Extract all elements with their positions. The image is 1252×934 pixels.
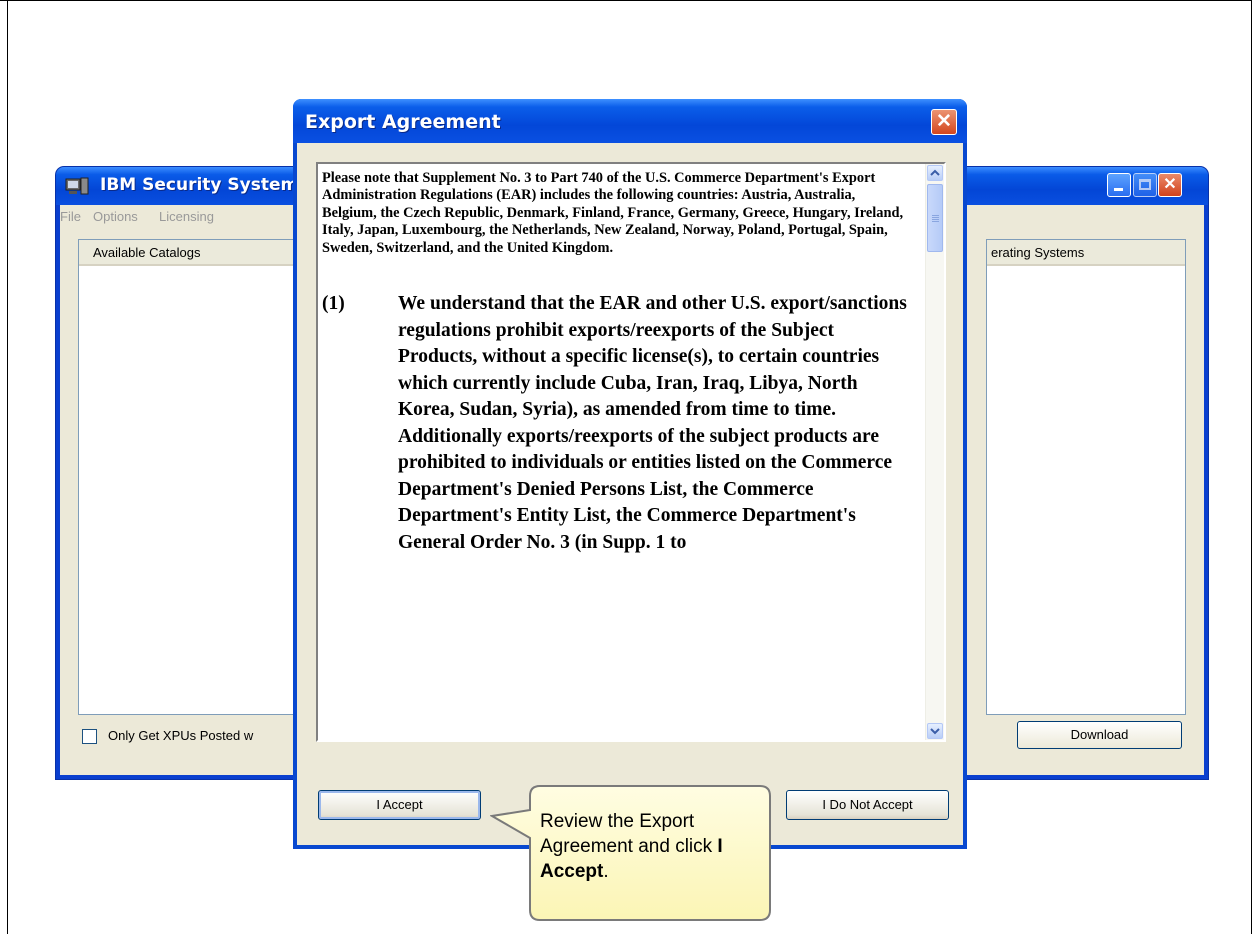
agreement-text-area[interactable]: Please note that Supplement No. 3 to Par… xyxy=(316,162,946,742)
scroll-thumb[interactable] xyxy=(927,184,943,252)
decline-button[interactable]: I Do Not Accept xyxy=(786,790,949,820)
download-button[interactable]: Download xyxy=(1017,721,1182,749)
menu-options[interactable]: Options xyxy=(93,209,138,224)
export-agreement-dialog: Export Agreement ✕ Please note that Supp… xyxy=(293,99,967,849)
os-header-label: erating Systems xyxy=(991,245,1085,260)
minimize-button[interactable] xyxy=(1107,173,1131,197)
only-get-xpus-checkbox[interactable] xyxy=(82,729,97,744)
maximize-button[interactable] xyxy=(1133,173,1157,197)
maximize-icon xyxy=(1139,179,1151,190)
scroll-up-button[interactable] xyxy=(927,165,943,181)
agreement-notice: Please note that Supplement No. 3 to Par… xyxy=(322,170,904,256)
callout-text-before: Review the Export Agreement and click xyxy=(540,811,718,857)
frame-border-left xyxy=(7,0,8,934)
os-column-header[interactable]: erating Systems xyxy=(987,240,1185,266)
agreement-text: Please note that Supplement No. 3 to Par… xyxy=(322,170,912,556)
accept-button[interactable]: I Accept xyxy=(318,790,481,820)
chevron-up-icon xyxy=(930,169,940,176)
dialog-titlebar[interactable]: Export Agreement ✕ xyxy=(293,99,967,143)
menu-licensing[interactable]: Licensing xyxy=(159,209,214,224)
dialog-close-button[interactable]: ✕ xyxy=(931,109,957,135)
close-icon: ✕ xyxy=(936,111,952,132)
grip-line xyxy=(932,221,939,222)
catalogs-header-label: Available Catalogs xyxy=(93,245,201,260)
main-window-title: IBM Security Systems xyxy=(100,175,309,195)
minimize-icon xyxy=(1114,188,1123,191)
only-get-xpus-label: Only Get XPUs Posted w xyxy=(108,728,254,743)
clause-text: We understand that the EAR and other U.S… xyxy=(398,293,907,553)
scroll-down-button[interactable] xyxy=(927,723,943,739)
catalogs-column-header[interactable]: Available Catalogs xyxy=(79,240,329,266)
callout-text-after: . xyxy=(603,861,609,882)
vertical-scrollbar[interactable] xyxy=(925,164,944,740)
grip-line xyxy=(932,215,939,216)
chevron-down-icon xyxy=(930,728,940,735)
dialog-client-area: Please note that Supplement No. 3 to Par… xyxy=(297,143,963,845)
close-icon: ✕ xyxy=(1163,176,1177,193)
app-icon xyxy=(65,177,89,195)
grip-line xyxy=(932,217,939,218)
grip-line xyxy=(932,219,939,220)
clause-number: (1) xyxy=(322,293,345,315)
callout-text: Review the Export Agreement and click I … xyxy=(540,809,760,884)
frame-border-top xyxy=(0,0,1252,1)
agreement-clause: (1) We understand that the EAR and other… xyxy=(322,291,912,556)
close-button[interactable]: ✕ xyxy=(1158,173,1182,197)
operating-systems-list[interactable]: erating Systems xyxy=(986,239,1186,715)
menu-file[interactable]: File xyxy=(60,209,81,224)
dialog-title: Export Agreement xyxy=(305,111,501,133)
